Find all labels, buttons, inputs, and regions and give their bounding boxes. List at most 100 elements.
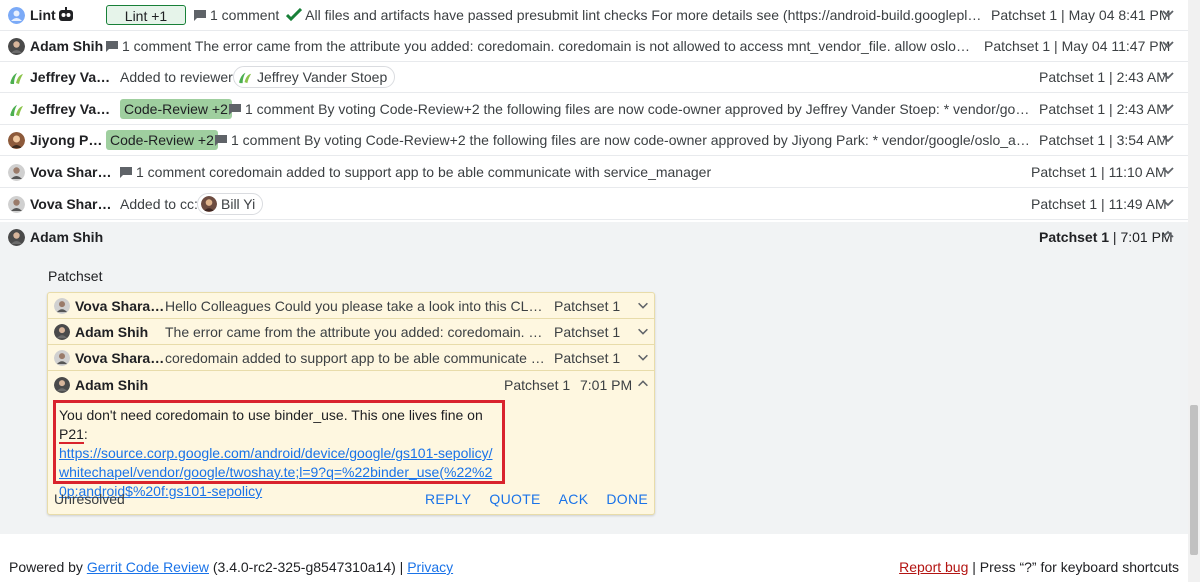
thread-comment-row[interactable]: Vova Sharaie... Hello Colleagues Could y… — [48, 293, 654, 319]
chevron-down-icon[interactable] — [1160, 162, 1176, 178]
reviewer-chip[interactable]: Jeffrey Vander Stoep — [233, 66, 396, 88]
comment-icon — [194, 10, 206, 21]
comment-icon — [215, 135, 227, 146]
message-author: Adam Shih — [30, 38, 104, 54]
chevron-down-icon[interactable] — [1160, 5, 1176, 21]
avatar — [8, 101, 25, 118]
message-author: Vova Sharai... — [30, 196, 112, 212]
avatar — [54, 350, 70, 366]
patchset-number: Patchset 1 — [1039, 229, 1110, 245]
chevron-up-icon[interactable] — [1160, 227, 1176, 243]
footer-left: Powered by Gerrit Code Review (3.4.0-rc2… — [9, 559, 453, 575]
message-row[interactable]: Jiyong Park Code-Review +2 1 comment By … — [0, 125, 1188, 156]
patchset-label: Patchset — [48, 268, 103, 284]
powered-by-text: Powered by — [9, 559, 87, 575]
message-meta: Patchset 1 | 11:49 AM — [1031, 196, 1167, 212]
message-meta: Patchset 1 | 11:10 AM — [1031, 164, 1167, 180]
avatar — [8, 7, 25, 24]
quote-button[interactable]: QUOTE — [489, 491, 540, 507]
message-meta: Patchset 1 | 2:43 AM — [1039, 69, 1168, 85]
message-summary: 1 comment By voting Code-Review+2 the fo… — [229, 101, 1031, 117]
message-summary: 1 comment The error came from the attrib… — [106, 38, 976, 54]
message-row[interactable]: Jeffrey Van... Added to reviewer: Jeffre… — [0, 62, 1188, 93]
message-meta: Patchset 1 | 2:43 AM — [1039, 101, 1168, 117]
cc-chip[interactable]: Bill Yi — [197, 193, 264, 215]
message-text: All files and artifacts have passed pres… — [305, 7, 982, 23]
message-meta: Patchset 1 | 3:54 AM — [1039, 132, 1168, 148]
chevron-down-icon[interactable] — [1160, 67, 1176, 83]
comment-author: Adam Shih — [75, 377, 149, 393]
chevron-down-icon[interactable] — [1160, 36, 1176, 52]
privacy-link[interactable]: Privacy — [407, 559, 453, 575]
vote-chip-lint: Lint +1 — [106, 5, 186, 25]
page-footer: Powered by Gerrit Code Review (3.4.0-rc2… — [0, 534, 1188, 582]
message-row[interactable]: Adam Shih 1 comment The error came from … — [0, 31, 1188, 62]
message-text: The error came from the attribute you ad… — [194, 38, 976, 54]
avatar — [54, 298, 70, 314]
comment-count: 1 comment — [122, 38, 192, 54]
chevron-up-icon[interactable] — [636, 377, 650, 391]
avatar — [8, 38, 25, 55]
meta-separator: | — [1109, 229, 1121, 245]
reply-button[interactable]: REPLY — [425, 491, 471, 507]
message-text: By voting Code-Review+2 the following fi… — [304, 132, 1031, 148]
comment-icon — [106, 41, 118, 52]
chevron-down-icon[interactable] — [1160, 130, 1176, 146]
message-summary: 1 comment All files and artifacts have p… — [194, 7, 982, 23]
thread-comment-row[interactable]: Adam Shih The error came from the attrib… — [48, 319, 654, 345]
comment-text: You don't need coredomain to use binder_… — [59, 407, 483, 423]
message-author: Jeffrey Van... — [30, 101, 112, 117]
message-row[interactable]: Vova Sharai... 1 comment coredomain adde… — [0, 157, 1188, 188]
message-row[interactable]: Lint Lint +1 1 comment All files and art… — [0, 0, 1188, 31]
chevron-down-icon[interactable] — [1160, 194, 1176, 210]
message-summary: 1 comment By voting Code-Review+2 the fo… — [215, 132, 1031, 148]
message-author: Jeffrey Van... — [30, 69, 112, 85]
expanded-comment-header[interactable]: Adam Shih Patchset 1 7:01 PM — [48, 372, 654, 398]
message-meta: Patchset 1 | May 04 11:47 PM — [984, 38, 1171, 54]
gerrit-link[interactable]: Gerrit Code Review — [87, 559, 209, 575]
ack-button[interactable]: ACK — [559, 491, 589, 507]
avatar — [237, 69, 253, 85]
comment-actions: REPLY QUOTE ACK DONE — [425, 491, 648, 507]
comment-actions-bar: Unresolved REPLY QUOTE ACK DONE — [48, 487, 654, 513]
comment-count: 1 comment — [231, 132, 301, 148]
chevron-down-icon[interactable] — [636, 324, 650, 338]
message-prefix: Added to cc: — [120, 196, 198, 212]
message-row[interactable]: Jeffrey Van... Code-Review +2 1 comment … — [0, 94, 1188, 125]
scrollbar-thumb[interactable] — [1190, 405, 1198, 555]
expanded-message-header[interactable]: Adam Shih Patchset 1 | 7:01 PM — [0, 222, 1188, 253]
unresolved-status: Unresolved — [54, 491, 125, 507]
thread-comment-patchset: Patchset 1 — [554, 298, 621, 314]
shortcuts-hint: | Press “?” for keyboard shortcuts — [968, 559, 1179, 575]
thread-comment-author: Vova Sharaie... — [75, 298, 165, 314]
message-meta: Patchset 1 | May 04 8:41 PM — [991, 7, 1171, 23]
expanded-message: Adam Shih Patchset 1 | 7:01 PM Patchset … — [0, 222, 1188, 534]
thread-comment-summary: coredomain added to support app to be ab… — [165, 350, 547, 366]
comment-icon — [229, 104, 241, 115]
thread-comment-summary: The error came from the attribute you ad… — [165, 324, 547, 340]
report-bug-link[interactable]: Report bug — [899, 559, 968, 575]
comment-thread: Vova Sharaie... Hello Colleagues Could y… — [47, 292, 655, 515]
thread-comment-author: Adam Shih — [75, 324, 149, 340]
avatar — [54, 324, 70, 340]
done-button[interactable]: DONE — [606, 491, 648, 507]
message-author: Adam Shih — [30, 229, 104, 245]
thread-comment-row[interactable]: Vova Sharaie... coredomain added to supp… — [48, 345, 654, 371]
chevron-down-icon[interactable] — [636, 298, 650, 312]
message-author: Jiyong Park — [30, 132, 105, 148]
footer-right: Report bug | Press “?” for keyboard shor… — [899, 559, 1179, 575]
comment-count: 1 comment — [245, 101, 315, 117]
chevron-down-icon[interactable] — [636, 350, 650, 364]
message-summary: 1 comment coredomain added to support ap… — [120, 164, 1000, 180]
avatar — [8, 164, 25, 181]
message-row[interactable]: Vova Sharai... Added to cc: Bill Yi Patc… — [0, 189, 1188, 220]
avatar — [201, 196, 217, 212]
thread-comment-summary: Hello Colleagues Could you please take a… — [165, 298, 547, 314]
thread-comment-patchset: Patchset 1 — [554, 350, 621, 366]
comment-body-highlighted: You don't need coredomain to use binder_… — [53, 400, 505, 499]
chip-label: Bill Yi — [221, 196, 256, 212]
avatar — [54, 377, 70, 393]
comment-icon — [120, 167, 132, 178]
highlighted-word: P21 — [59, 426, 84, 444]
chevron-down-icon[interactable] — [1160, 99, 1176, 115]
